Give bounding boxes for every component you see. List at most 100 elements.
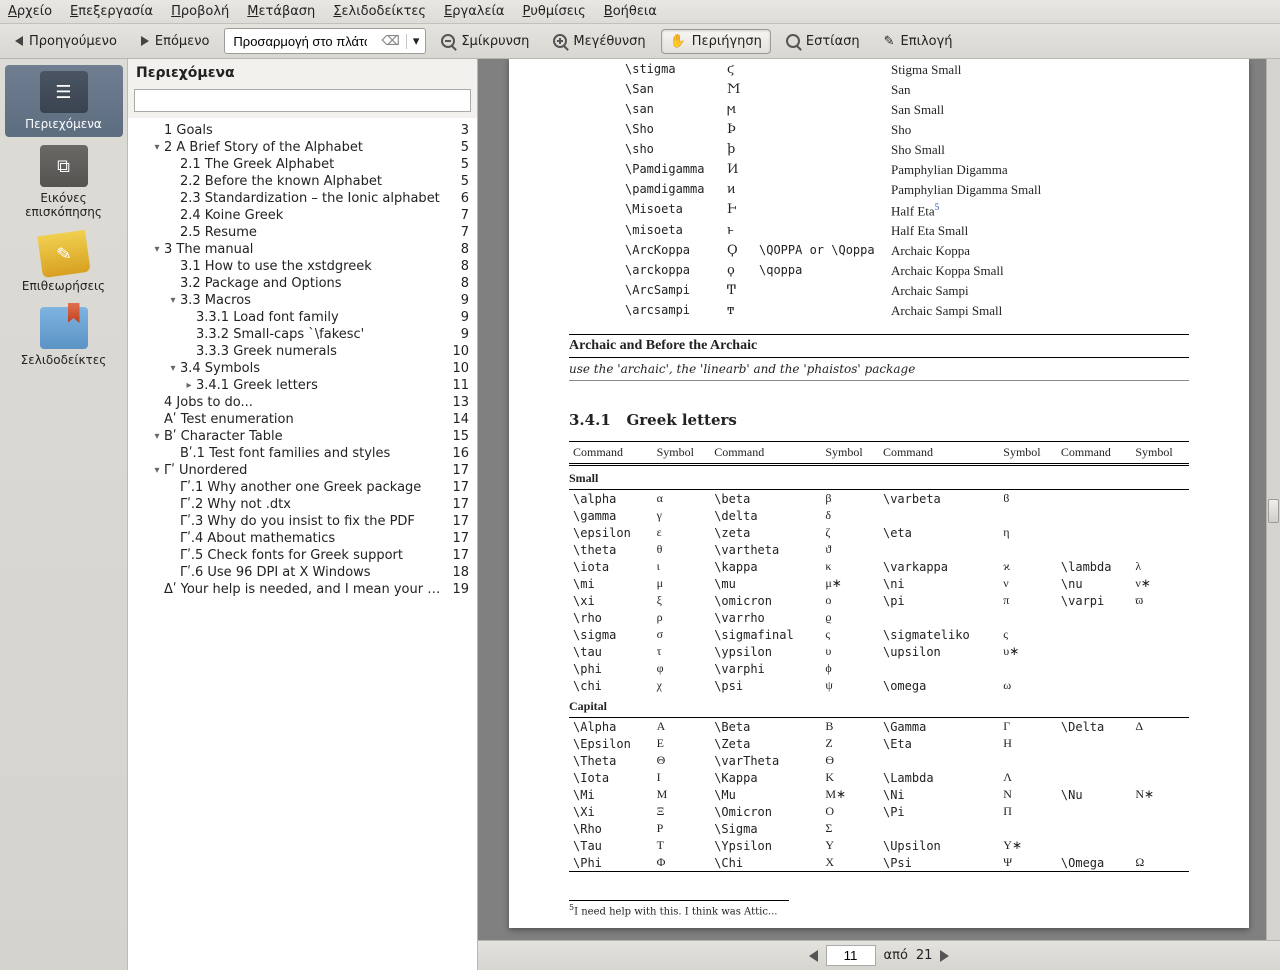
zoom-out-icon (441, 34, 455, 48)
greek-letters-table: CommandSymbolCommandSymbolCommandSymbolC… (569, 441, 1189, 872)
toc-item[interactable]: Γʹ.4 About mathematics17 (130, 530, 469, 547)
bookmark-icon (40, 307, 88, 349)
select-mode-button[interactable]: ✎Επιλογή (875, 29, 962, 54)
select-label: Επιλογή (901, 34, 953, 49)
sidebar: ☰Περιεχόμενα ⧉ Εικόνες επισκόπησης ✎Επιθε… (0, 59, 128, 970)
statusbar: από 21 (478, 940, 1280, 970)
expand-icon[interactable]: ▾ (166, 295, 180, 306)
sidebar-item-bookmarks[interactable]: Σελιδοδείκτες (5, 301, 123, 373)
archaic-note: use the 'archaic', the 'linearb' and the… (569, 362, 1189, 381)
document-area: \stigmaϛStigma Small\SanϺSan\sanϻSan Sma… (478, 59, 1280, 970)
toc-item[interactable]: ▾Βʹ Character Table15 (130, 428, 469, 445)
chevron-down-icon[interactable]: ▾ (406, 34, 426, 49)
zoom-in-label: Μεγέθυνση (573, 34, 645, 49)
pencil-icon: ✎ (37, 230, 90, 278)
arrow-right-icon (141, 36, 149, 46)
zoom-in-icon (553, 34, 567, 48)
next-button[interactable]: Επόμενο (132, 29, 219, 54)
toc-item[interactable]: Γʹ.5 Check fonts for Greek support17 (130, 547, 469, 564)
expand-icon[interactable]: ▾ (150, 465, 164, 476)
menu-item[interactable]: Επεξεργασία (70, 4, 153, 19)
expand-icon[interactable]: ▾ (150, 244, 164, 255)
toc-item[interactable]: ▾3.4 Symbols10 (130, 360, 469, 377)
focus-mode-button[interactable]: Εστίαση (777, 29, 869, 54)
toc-item[interactable]: ▾2 A Brief Story of the Alphabet5 (130, 139, 469, 156)
toc-item[interactable]: ▾Γʹ Unordered17 (130, 462, 469, 479)
toc-item[interactable]: 4 Jobs to do...13 (130, 394, 469, 411)
page-of-label: από (884, 948, 908, 963)
vertical-scrollbar[interactable] (1266, 59, 1280, 940)
toc-item[interactable]: Δʹ Your help is needed, and I mean your … (130, 581, 469, 598)
focus-label: Εστίαση (806, 34, 860, 49)
toc-item[interactable]: 3.1 How to use the xstdgreek8 (130, 258, 469, 275)
footnote-rule (569, 900, 789, 901)
magnify-icon (786, 34, 800, 48)
toc-tree[interactable]: 1 Goals3▾2 A Brief Story of the Alphabet… (128, 118, 477, 970)
sidebar-thumb-label: Εικόνες επισκόπησης (25, 191, 102, 219)
toc-item[interactable]: 3.2 Package and Options8 (130, 275, 469, 292)
expand-icon[interactable]: ▾ (150, 142, 164, 153)
menu-item[interactable]: Προβολή (171, 4, 229, 19)
zoom-in-button[interactable]: Μεγέθυνση (544, 29, 654, 54)
menu-item[interactable]: Βοήθεια (604, 4, 657, 19)
next-label: Επόμενο (155, 34, 210, 49)
toc-item[interactable]: 3.3.2 Small-caps `\fakesc'9 (130, 326, 469, 343)
footnote: 5I need help with this. I think was Atti… (569, 903, 1189, 917)
toc-item[interactable]: Αʹ Test enumeration14 (130, 411, 469, 428)
toc-search-input[interactable] (134, 89, 471, 112)
menu-item[interactable]: Σελιδοδείκτες (333, 4, 426, 19)
archaic-heading: Archaic and Before the Archaic (569, 334, 1189, 358)
expand-icon[interactable]: ▸ (182, 380, 196, 391)
menu-item[interactable]: Ρυθμίσεις (523, 4, 586, 19)
zoom-mode-combo[interactable]: ⌫ ▾ (224, 28, 426, 54)
hand-icon: ✋ (670, 34, 686, 49)
menu-item[interactable]: Εργαλεία (444, 4, 504, 19)
toc-item[interactable]: Γʹ.3 Why do you insist to fix the PDF17 (130, 513, 469, 530)
sidebar-item-reviews[interactable]: ✎Επιθεωρήσεις (5, 227, 123, 299)
zoom-out-button[interactable]: Σμίκρυνση (432, 29, 538, 54)
document-scroll[interactable]: \stigmaϛStigma Small\SanϺSan\sanϻSan Sma… (478, 59, 1280, 940)
sidebar-bm-label: Σελιδοδείκτες (21, 353, 107, 367)
sidebar-contents-label: Περιεχόμενα (25, 117, 102, 131)
nav-next-button[interactable] (940, 950, 949, 962)
toc-item[interactable]: Γʹ.2 Why not .dtx17 (130, 496, 469, 513)
sidebar-item-thumbnails[interactable]: ⧉ Εικόνες επισκόπησης (5, 139, 123, 225)
thumbnails-icon: ⧉ (40, 145, 88, 187)
toc-item[interactable]: 2.1 The Greek Alphabet5 (130, 156, 469, 173)
sidebar-item-contents[interactable]: ☰Περιεχόμενα (5, 65, 123, 137)
toc-item[interactable]: 3.3.1 Load font family9 (130, 309, 469, 326)
toc-item[interactable]: ▸3.4.1 Greek letters11 (130, 377, 469, 394)
page-input[interactable] (826, 945, 876, 966)
browse-mode-button[interactable]: ✋ Περιήγηση (661, 29, 771, 54)
toc-item[interactable]: 2.5 Resume7 (130, 224, 469, 241)
toc-item[interactable]: 2.3 Standardization – the Ionic alphabet… (130, 190, 469, 207)
toc-item[interactable]: Γʹ.1 Why another one Greek package17 (130, 479, 469, 496)
archaic-table: \stigmaϛStigma Small\SanϺSan\sanϻSan Sma… (619, 59, 1099, 322)
toc-item[interactable]: Βʹ.1 Test font families and styles16 (130, 445, 469, 462)
toc-title: Περιεχόμενα (128, 59, 477, 87)
browse-label: Περιήγηση (692, 34, 762, 49)
toc-panel: Περιεχόμενα 1 Goals3▾2 A Brief Story of … (128, 59, 478, 970)
clear-icon[interactable]: ⌫ (375, 34, 405, 49)
prev-label: Προηγούμενο (29, 34, 117, 49)
toc-item[interactable]: 3.3.3 Greek numerals10 (130, 343, 469, 360)
scrollbar-thumb[interactable] (1268, 499, 1279, 523)
page: \stigmaϛStigma Small\SanϺSan\sanϻSan Sma… (509, 59, 1249, 928)
page-total: 21 (916, 948, 933, 963)
toc-item[interactable]: 2.2 Before the known Alphabet5 (130, 173, 469, 190)
toc-item[interactable]: 1 Goals3 (130, 122, 469, 139)
zoom-mode-input[interactable] (225, 34, 375, 49)
nav-prev-button[interactable] (809, 950, 818, 962)
toc-item[interactable]: ▾3 The manual8 (130, 241, 469, 258)
menubar[interactable]: Αρχείο Επεξεργασία Προβολή Μετάβαση Σελιδοδε… (0, 0, 1280, 24)
expand-icon[interactable]: ▾ (150, 431, 164, 442)
expand-icon[interactable]: ▾ (166, 363, 180, 374)
menu-item[interactable]: Μετάβαση (247, 4, 315, 19)
toc-item[interactable]: 2.4 Koine Greek7 (130, 207, 469, 224)
sidebar-reviews-label: Επιθεωρήσεις (22, 279, 105, 293)
menu-item[interactable]: Αρχείο (8, 4, 52, 19)
toc-item[interactable]: ▾3.3 Macros9 (130, 292, 469, 309)
toolbar: Προηγούμενο Επόμενο ⌫ ▾ Σμίκρυνση Μεγέθυ… (0, 24, 1280, 59)
toc-item[interactable]: Γʹ.6 Use 96 DPI at X Windows18 (130, 564, 469, 581)
prev-button[interactable]: Προηγούμενο (6, 29, 126, 54)
